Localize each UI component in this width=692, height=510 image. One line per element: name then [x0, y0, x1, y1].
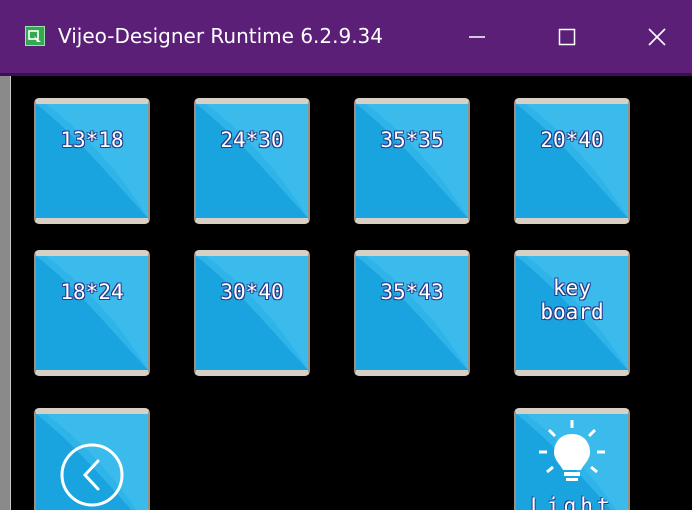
tile-sheen: [196, 256, 308, 370]
keyboard-label-line-1: key: [553, 276, 591, 300]
chevron-left-circle-icon: [36, 414, 148, 510]
title-bar[interactable]: Vijeo-Designer Runtime 6.2.9.34: [0, 0, 692, 76]
keyboard-label: key board: [516, 276, 628, 324]
size-button-5[interactable]: 18*24: [34, 250, 150, 376]
size-label: 18*24: [60, 280, 124, 304]
close-icon: [647, 27, 667, 47]
keyboard-label-line-2: board: [540, 300, 604, 324]
tile-sheen: [356, 104, 468, 218]
size-button-1[interactable]: 13*18: [34, 98, 150, 224]
light-label: Light: [530, 494, 614, 510]
size-label: 35*35: [380, 128, 444, 152]
light-button[interactable]: Light: [514, 408, 630, 510]
size-label: 24*30: [220, 128, 284, 152]
size-label: 30*40: [220, 280, 284, 304]
size-label: 13*18: [60, 128, 124, 152]
app-window-icon: [25, 26, 45, 46]
minimize-icon: [468, 28, 486, 46]
size-button-3[interactable]: 35*35: [354, 98, 470, 224]
size-label: 20*40: [540, 128, 604, 152]
runtime-window: Vijeo-Designer Runtime 6.2.9.34 13*18 24…: [0, 0, 692, 510]
tile-sheen: [36, 104, 148, 218]
size-button-7[interactable]: 35*43: [354, 250, 470, 376]
maximize-button[interactable]: [532, 0, 602, 73]
size-label: 35*43: [380, 280, 444, 304]
tile-sheen: [196, 104, 308, 218]
keyboard-button[interactable]: key board: [514, 250, 630, 376]
back-button[interactable]: [34, 408, 150, 510]
tile-sheen: [516, 104, 628, 218]
hmi-panel: 13*18 24*30 35*35 20*40 18*24 30*40 35*4…: [11, 76, 692, 510]
tile-sheen: [356, 256, 468, 370]
tile-sheen: [36, 256, 148, 370]
window-title: Vijeo-Designer Runtime 6.2.9.34: [58, 24, 384, 48]
size-button-6[interactable]: 30*40: [194, 250, 310, 376]
window-frame-left: [0, 76, 11, 510]
size-button-4[interactable]: 20*40: [514, 98, 630, 224]
maximize-icon: [558, 28, 576, 46]
minimize-button[interactable]: [442, 0, 512, 73]
close-button[interactable]: [622, 0, 692, 73]
size-button-2[interactable]: 24*30: [194, 98, 310, 224]
